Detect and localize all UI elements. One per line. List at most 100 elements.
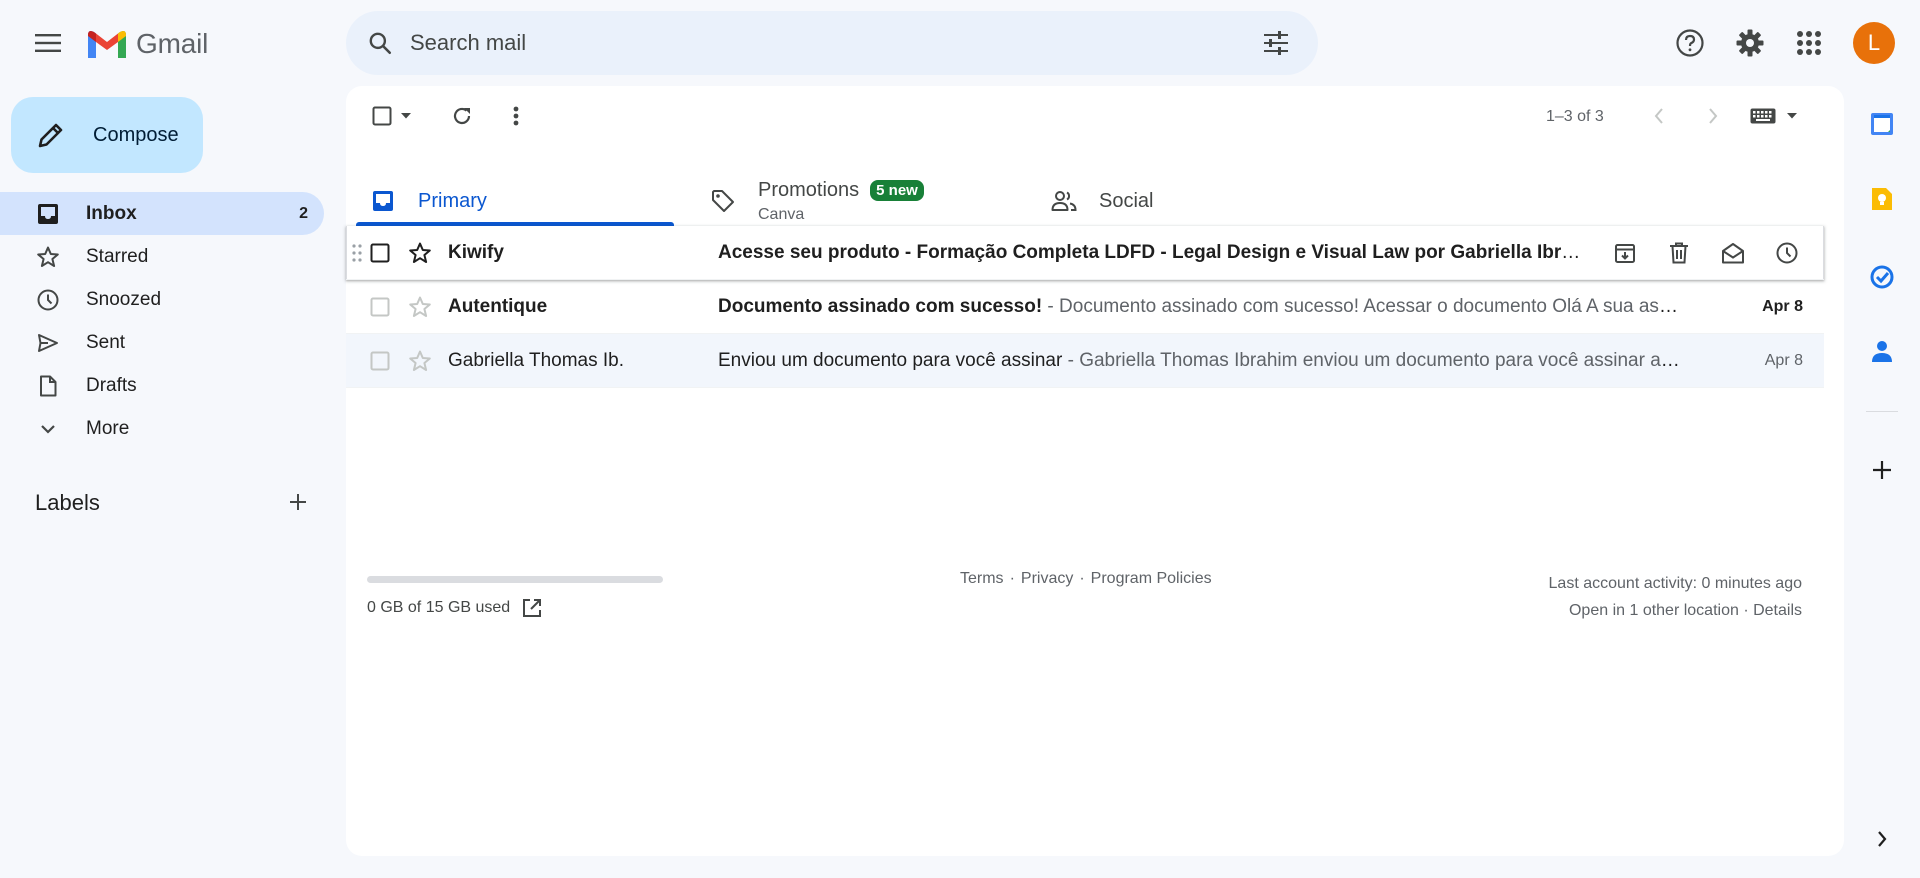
footer-separator: · bbox=[1009, 570, 1015, 587]
tasks-app-button[interactable] bbox=[1862, 257, 1902, 297]
mark-as-read-button[interactable] bbox=[1706, 233, 1760, 273]
show-side-panel-button[interactable] bbox=[1862, 819, 1902, 859]
caret-down-icon bbox=[400, 112, 412, 120]
tab-label: Primary bbox=[418, 189, 487, 212]
create-label-button[interactable] bbox=[280, 484, 316, 520]
caret-down-icon bbox=[1786, 112, 1798, 120]
email-date: Apr 8 bbox=[1764, 351, 1803, 369]
row-checkbox[interactable] bbox=[370, 351, 390, 371]
star-icon bbox=[36, 245, 60, 269]
email-row[interactable]: Gabriella Thomas Ib. Enviou um documento… bbox=[346, 334, 1824, 388]
other-locations-details[interactable]: Open in 1 other location · Details bbox=[1549, 597, 1802, 624]
star-toggle[interactable] bbox=[408, 349, 432, 373]
email-row[interactable]: Autentique Documento assinado com sucess… bbox=[346, 280, 1824, 334]
email-row[interactable]: Kiwify Acesse seu produto - Formação Com… bbox=[346, 226, 1824, 280]
row-checkbox[interactable] bbox=[370, 297, 390, 317]
footer-separator: · bbox=[1079, 570, 1085, 587]
older-button[interactable] bbox=[1697, 100, 1729, 132]
sender-name: Autentique bbox=[448, 295, 548, 317]
privacy-link[interactable]: Privacy bbox=[1021, 570, 1073, 588]
unread-count: 2 bbox=[299, 204, 308, 222]
email-date: Apr 8 bbox=[1762, 297, 1803, 315]
people-icon bbox=[1051, 188, 1077, 214]
sidebar-item-label: Drafts bbox=[86, 374, 137, 396]
sidebar-item-label: Inbox bbox=[86, 202, 137, 224]
sidebar-item-starred[interactable]: Starred bbox=[0, 235, 324, 278]
sidebar-item-inbox[interactable]: Inbox 2 bbox=[0, 192, 324, 235]
keep-app-button[interactable] bbox=[1862, 179, 1902, 219]
search-input[interactable] bbox=[410, 30, 1252, 56]
main-menu-button[interactable] bbox=[24, 19, 72, 67]
storage-info: 0 GB of 15 GB used bbox=[367, 598, 542, 618]
refresh-button[interactable] bbox=[446, 100, 478, 132]
mail-list-panel: 1–3 of 3 Primary Promotions 5 new Canva … bbox=[346, 86, 1844, 856]
tab-label: Social bbox=[1099, 189, 1154, 212]
checkbox-icon bbox=[372, 106, 392, 126]
contacts-icon bbox=[1871, 339, 1893, 363]
plus-icon bbox=[288, 492, 308, 512]
open-in-new-icon[interactable] bbox=[522, 598, 542, 618]
email-subject: Documento assinado com sucesso! bbox=[718, 295, 1043, 317]
compose-button[interactable]: Compose bbox=[11, 97, 203, 173]
newer-button[interactable] bbox=[1643, 100, 1675, 132]
drag-handle-icon[interactable] bbox=[352, 243, 362, 263]
terms-link[interactable]: Terms bbox=[960, 570, 1004, 588]
keyboard-icon bbox=[1750, 108, 1776, 124]
snooze-button[interactable] bbox=[1760, 233, 1814, 273]
sender-name: Gabriella Thomas Ib. bbox=[448, 349, 625, 371]
sidebar-item-sent[interactable]: Sent bbox=[0, 321, 324, 364]
row-checkbox[interactable] bbox=[370, 243, 390, 263]
email-preview: Enviou um documento para você assinar - … bbox=[718, 350, 1680, 372]
sidebar-item-more[interactable]: More bbox=[0, 407, 324, 450]
gear-icon bbox=[1735, 28, 1765, 58]
search-options-icon[interactable] bbox=[1252, 19, 1300, 67]
compose-label: Compose bbox=[93, 123, 179, 146]
tab-label: Promotions bbox=[758, 178, 860, 201]
program-policies-link[interactable]: Program Policies bbox=[1091, 570, 1212, 588]
more-vert-icon bbox=[513, 106, 519, 126]
delete-button[interactable] bbox=[1652, 233, 1706, 273]
account-avatar[interactable]: L bbox=[1853, 22, 1895, 64]
archive-button[interactable] bbox=[1598, 233, 1652, 273]
draft-icon bbox=[36, 374, 60, 398]
gmail-logo[interactable]: Gmail bbox=[86, 24, 208, 64]
plus-icon bbox=[1871, 459, 1893, 481]
star-toggle[interactable] bbox=[408, 241, 432, 265]
row-actions bbox=[1598, 233, 1814, 273]
email-list: Kiwify Acesse seu produto - Formação Com… bbox=[346, 226, 1824, 388]
email-subject: Enviou um documento para você assinar bbox=[718, 349, 1063, 371]
input-tools-button[interactable] bbox=[1746, 100, 1802, 132]
trash-icon bbox=[1669, 242, 1689, 264]
chevron-right-icon bbox=[1876, 830, 1888, 848]
side-panel-divider bbox=[1866, 411, 1898, 412]
contacts-app-button[interactable] bbox=[1862, 331, 1902, 371]
chevron-right-icon bbox=[1707, 107, 1719, 125]
calendar-icon bbox=[1870, 112, 1894, 136]
support-button[interactable] bbox=[1666, 19, 1714, 67]
footer-links: Terms · Privacy · Program Policies bbox=[960, 570, 1212, 588]
chevron-down-icon bbox=[36, 417, 60, 441]
sidebar-item-drafts[interactable]: Drafts bbox=[0, 364, 324, 407]
settings-button[interactable] bbox=[1726, 19, 1774, 67]
last-activity-text: Last account activity: 0 minutes ago bbox=[1548, 575, 1802, 592]
select-all-dropdown[interactable] bbox=[368, 100, 416, 132]
sidebar-item-label: More bbox=[86, 417, 130, 439]
help-icon bbox=[1675, 28, 1705, 58]
email-snippet: - Documento assinado com sucesso! Acessa… bbox=[1047, 295, 1680, 317]
inbox-icon bbox=[370, 188, 396, 214]
more-options-button[interactable] bbox=[500, 100, 532, 132]
star-toggle[interactable] bbox=[408, 295, 432, 319]
tab-senders: Canva bbox=[758, 205, 805, 223]
search-icon[interactable] bbox=[356, 19, 404, 67]
sidebar-item-label: Sent bbox=[86, 331, 126, 353]
new-count-badge: 5 new bbox=[870, 179, 924, 201]
email-preview: Documento assinado com sucesso! - Docume… bbox=[718, 296, 1680, 318]
search-bar[interactable] bbox=[346, 11, 1318, 75]
calendar-app-button[interactable] bbox=[1862, 104, 1902, 144]
sidebar-item-snoozed[interactable]: Snoozed bbox=[0, 278, 324, 321]
app-name: Gmail bbox=[136, 28, 209, 59]
clock-icon bbox=[36, 288, 60, 312]
refresh-icon bbox=[451, 105, 473, 127]
google-apps-button[interactable] bbox=[1785, 19, 1833, 67]
get-addons-button[interactable] bbox=[1862, 450, 1902, 490]
